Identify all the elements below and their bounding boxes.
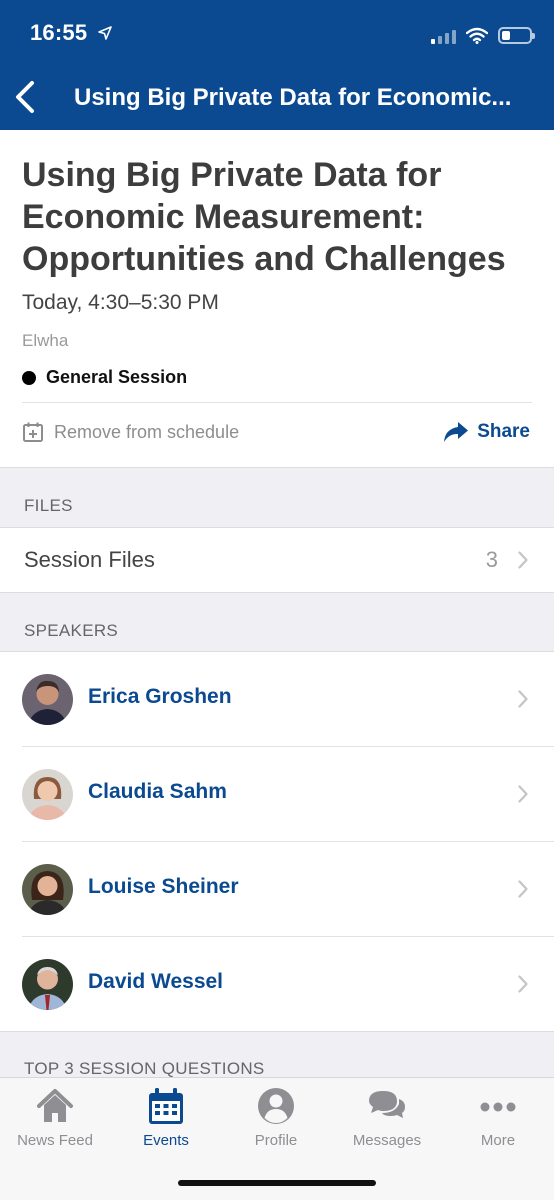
home-icon (37, 1089, 73, 1122)
avatar (22, 864, 73, 915)
session-files-label: Session Files (24, 547, 155, 572)
speaker-name: Louise Sheiner (88, 875, 239, 898)
event-track-label: General Session (46, 367, 188, 387)
event-track: General Session (22, 367, 187, 388)
files-header-label: FILES (24, 496, 73, 515)
share-button[interactable]: Share (443, 421, 530, 443)
chevron-left-icon (16, 81, 34, 113)
cellular-signal-icon (431, 28, 456, 44)
share-icon (444, 422, 469, 442)
questions-header-label: TOP 3 SESSION QUESTIONS (24, 1059, 265, 1078)
event-title: Using Big Private Data for Economic Meas… (22, 156, 506, 278)
tab-more[interactable]: More (443, 1086, 553, 1149)
remove-from-schedule-button[interactable]: Remove from schedule (22, 421, 239, 443)
speaker-row-claudia-sahm[interactable]: Claudia Sahm (0, 747, 554, 842)
avatar (22, 674, 73, 725)
more-icon (480, 1102, 516, 1112)
location-arrow-icon (97, 26, 112, 45)
speaker-row-erica-groshen[interactable]: Erica Groshen (0, 652, 554, 747)
chevron-right-icon (518, 690, 528, 708)
speakers-section-header: SPEAKERS (0, 592, 554, 652)
track-color-dot (22, 370, 36, 385)
tab-events[interactable]: Events (111, 1086, 221, 1149)
tab-messages[interactable]: Messages (332, 1086, 442, 1149)
speaker-name: David Wessel (88, 970, 224, 993)
status-time: 16:55 (30, 20, 112, 46)
remove-from-schedule-label: Remove from schedule (54, 421, 240, 442)
speaker-name: Claudia Sahm (88, 780, 227, 803)
top-bar: 16:55 Using Big Private Data for Economi… (0, 0, 554, 130)
tab-news-feed[interactable]: News Feed (0, 1086, 110, 1149)
avatar (22, 769, 73, 820)
session-files-row[interactable]: Session Files 3 (0, 528, 554, 592)
speakers-header-label: SPEAKERS (24, 621, 119, 640)
messages-icon (369, 1091, 405, 1118)
chevron-right-icon (518, 880, 528, 898)
divider (22, 402, 532, 403)
tab-label: Events (143, 1132, 189, 1149)
event-time: Today, 4:30–5:30 PM (22, 291, 219, 314)
tab-label: Profile (254, 1132, 298, 1149)
profile-icon (258, 1088, 294, 1124)
tab-label: Messages (352, 1132, 422, 1149)
speaker-row-david-wessel[interactable]: David Wessel (0, 937, 554, 1032)
chevron-right-icon (518, 785, 528, 803)
files-section-header: FILES (0, 467, 554, 528)
chevron-right-icon (518, 975, 528, 993)
calendar-icon (149, 1088, 183, 1124)
back-button[interactable] (12, 80, 38, 114)
status-icons (431, 24, 535, 44)
tab-label: More (480, 1132, 516, 1149)
home-indicator[interactable] (178, 1180, 376, 1186)
calendar-remove-icon (23, 422, 43, 442)
nav-title: Using Big Private Data for Economic... (74, 84, 512, 111)
battery-icon (498, 27, 535, 44)
speaker-name: Erica Groshen (88, 685, 232, 708)
tab-label: News Feed (17, 1132, 93, 1149)
share-label: Share (477, 421, 530, 442)
event-location: Elwha (22, 331, 69, 350)
status-time-text: 16:55 (30, 20, 88, 45)
session-files-count: 3 (485, 547, 498, 572)
wifi-icon (466, 27, 488, 44)
avatar (22, 959, 73, 1010)
chevron-right-icon (518, 551, 528, 569)
speaker-row-louise-sheiner[interactable]: Louise Sheiner (0, 842, 554, 937)
tab-profile[interactable]: Profile (221, 1086, 331, 1149)
